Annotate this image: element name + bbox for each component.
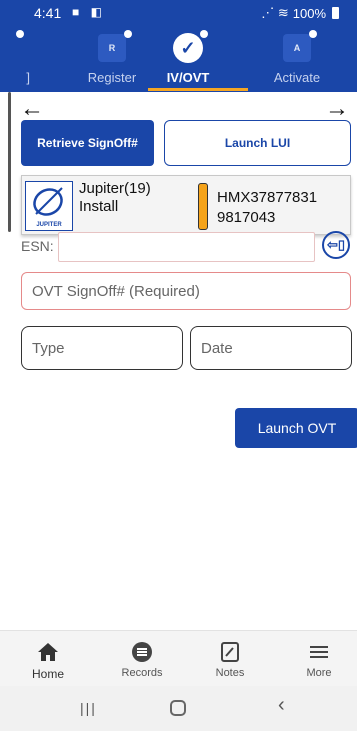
step-register[interactable]: R Register: [72, 28, 152, 92]
nav-label: Notes: [215, 667, 245, 679]
retrieve-signoff-button[interactable]: Retrieve SignOff#: [21, 120, 154, 166]
forward-arrow-icon[interactable]: →: [325, 97, 349, 121]
menu-icon: [308, 641, 330, 663]
nav-notes[interactable]: Notes: [190, 631, 270, 687]
signal-icon: ⋰ ≋: [261, 5, 289, 20]
step-header: ] R Register ✓ IV/OVT A Activate: [0, 28, 357, 92]
device-name: Jupiter(19) Install: [79, 180, 151, 216]
system-nav-bar: ||| ‹: [0, 686, 357, 731]
register-icon: R: [98, 34, 126, 62]
device-model: Jupiter(19): [79, 180, 151, 197]
device-action: Install: [79, 198, 119, 215]
barcode-scan-icon[interactable]: ⇦▯: [322, 231, 350, 259]
date-input[interactable]: [190, 326, 352, 370]
step-dot: [124, 30, 132, 38]
recents-icon[interactable]: |||: [80, 700, 97, 716]
type-input[interactable]: [21, 326, 183, 370]
step-dot: [200, 30, 208, 38]
status-time: 4:41: [34, 5, 62, 21]
device-serial: HMX37877831 9817043: [217, 188, 317, 228]
nav-records[interactable]: Records: [102, 631, 182, 687]
launch-ovt-button[interactable]: Launch OVT: [235, 408, 357, 448]
activate-icon: A: [283, 34, 311, 62]
notification-icons: ■ ◧: [72, 5, 106, 19]
step-label: Activate: [273, 70, 321, 85]
home-icon: [37, 641, 59, 663]
nav-label: Home: [31, 667, 64, 681]
bottom-nav: Home Records Notes More: [0, 630, 357, 686]
step-dot: [16, 30, 24, 38]
status-bar: 4:41 ■ ◧ ⋰ ≋ 100%: [0, 0, 357, 28]
battery-level: 100%: [292, 5, 326, 21]
step-dot: [309, 30, 317, 38]
records-icon: [131, 641, 153, 663]
serial-line-2: 9817043: [217, 209, 276, 226]
notes-icon: [219, 641, 241, 663]
step-label: Register: [87, 70, 137, 85]
active-step-underline: [148, 88, 248, 91]
nav-home[interactable]: Home: [8, 631, 88, 687]
back-icon[interactable]: ‹: [278, 694, 285, 717]
step-label: ]: [26, 70, 30, 85]
nav-label: Records: [121, 667, 163, 679]
nav-more[interactable]: More: [279, 631, 357, 687]
battery-icon: [332, 7, 339, 19]
logo-text: JUPITER: [36, 222, 62, 228]
serial-line-1: HMX37877831: [217, 189, 318, 206]
step-activate[interactable]: A Activate: [257, 28, 337, 92]
nav-label: More: [306, 667, 332, 679]
step-previous[interactable]: ]: [0, 28, 40, 92]
step-ivovt[interactable]: ✓ IV/OVT: [148, 28, 228, 92]
step-label: IV/OVT: [166, 70, 210, 85]
jupiter-logo: JUPITER: [25, 181, 73, 231]
check-icon: ✓: [173, 33, 203, 63]
satellite-dish-icon: [33, 187, 63, 216]
device-card: JUPITER Jupiter(19) Install HMX37877831 …: [21, 175, 351, 235]
status-right: ⋰ ≋ 100%: [261, 5, 339, 21]
ovt-signoff-input[interactable]: [21, 272, 351, 310]
home-button-icon[interactable]: [170, 700, 186, 716]
scroll-edge-indicator: [8, 92, 11, 232]
back-arrow-icon[interactable]: ←: [20, 97, 44, 121]
launch-lui-button[interactable]: Launch LUI: [164, 120, 351, 166]
status-indicator: [198, 183, 208, 230]
esn-label: ESN:: [21, 238, 54, 254]
esn-input[interactable]: [58, 232, 315, 262]
